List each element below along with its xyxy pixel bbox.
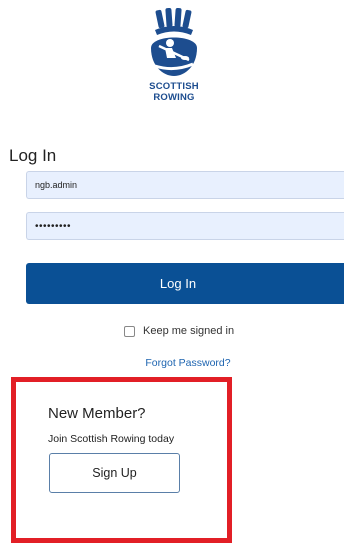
- signup-button[interactable]: Sign Up: [49, 453, 180, 493]
- password-input[interactable]: [26, 212, 344, 240]
- keep-signed-in[interactable]: Keep me signed in: [124, 325, 234, 337]
- thistle-rower-icon: [151, 8, 197, 76]
- brand-name-line1: SCOTTISH: [149, 81, 199, 92]
- new-member-subtitle: Join Scottish Rowing today: [48, 433, 175, 445]
- brand-name-line2: ROWING: [153, 92, 195, 103]
- forgot-password-row: Forgot Password?: [0, 357, 344, 369]
- login-title: Log In: [9, 146, 57, 165]
- login-button[interactable]: Log In: [26, 263, 344, 304]
- keep-signed-in-checkbox[interactable]: [124, 325, 135, 337]
- signup-button-label: Sign Up: [92, 466, 137, 480]
- keep-signed-in-label: Keep me signed in: [143, 325, 235, 337]
- username-input[interactable]: [26, 171, 344, 199]
- new-member-title: New Member?: [48, 405, 146, 422]
- scottish-rowing-logo: SCOTTISH ROWING: [137, 4, 211, 108]
- login-button-label: Log In: [159, 276, 197, 291]
- forgot-password-link[interactable]: Forgot Password?: [145, 357, 230, 369]
